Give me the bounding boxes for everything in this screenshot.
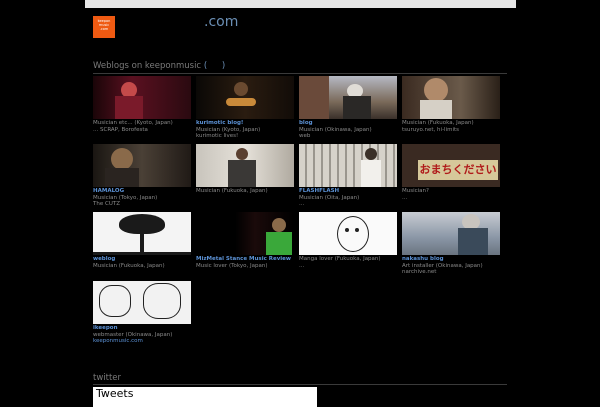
blog-card[interactable]: Musician (Fukuoka, Japan) tsuruyo.net, h… [402, 76, 500, 133]
blog-card[interactable]: blog Musician (Okinawa, Japan) web [299, 76, 397, 140]
blog-card[interactable]: おまちください Musician? ... [402, 144, 500, 201]
blog-desc: web [299, 133, 311, 139]
blog-card[interactable]: FLASHFLASH Musician (Oita, Japan) ... [299, 144, 397, 208]
blog-card[interactable]: weblog Musician (Fukuoka, Japan) [93, 212, 191, 269]
blog-card[interactable]: Manga lover (Fukuoka, Japan) ... [299, 212, 397, 269]
blog-owner: Music lover (Tokyo, Japan) [196, 262, 268, 269]
blog-photo[interactable] [196, 76, 294, 119]
blog-photo[interactable]: おまちください [402, 144, 500, 187]
blog-desc: The CUTZ [93, 201, 120, 207]
weblogs-heading: Weblogs on keeponmusic ( ) [93, 61, 225, 71]
blog-photo[interactable] [402, 76, 500, 119]
blog-owner: Musician (Fukuoka, Japan) [196, 188, 268, 194]
blog-desc: ... [402, 194, 408, 201]
blog-card[interactable]: ikeepon webmaster (Okinawa, Japan) keepo… [93, 281, 191, 345]
blog-desc: ... [299, 201, 305, 207]
blog-photo[interactable] [93, 144, 191, 187]
site-domain: .com [204, 14, 239, 30]
site-logo[interactable]: keepon music .com [93, 16, 115, 38]
paren-close: ) [221, 61, 226, 71]
blog-photo[interactable] [299, 76, 397, 119]
blog-card[interactable]: MizMetal Stance Music Review Music lover… [196, 212, 294, 269]
blog-name[interactable]: MizMetal Stance Music Review [196, 256, 294, 263]
blog-photo[interactable] [299, 144, 397, 187]
blog-card[interactable]: Musician etc... (Kyoto, Japan) ... SCRAP… [93, 76, 191, 133]
paren-open: ( [203, 61, 208, 71]
blog-photo[interactable] [196, 144, 294, 187]
twitter-divider [93, 384, 507, 385]
blog-desc: ... SCRAP, Borofesta [93, 126, 148, 133]
blog-desc: tsuruyo.net, hi-limits [402, 126, 460, 133]
weblogs-title: Weblogs on keeponmusic [93, 61, 202, 71]
sign-text: おまちください [418, 160, 498, 180]
blog-card[interactable]: HAMALOG Musician (Tokyo, Japan) The CUTZ [93, 144, 191, 208]
blog-desc: kurimotic lives! [196, 133, 239, 139]
blog-desc: ... [299, 262, 305, 269]
top-bar [85, 0, 516, 8]
blog-card[interactable]: kurimotic blog! Musician (Kyoto, Japan) … [196, 76, 294, 140]
blog-photo[interactable] [196, 212, 294, 255]
blog-desc: narchive.net [402, 269, 437, 275]
twitter-heading: twitter [93, 373, 122, 383]
blog-link[interactable]: keeponmusic.com [93, 338, 191, 345]
blog-card[interactable]: Musician (Fukuoka, Japan) [196, 144, 294, 195]
blog-owner: Musician (Fukuoka, Japan) [93, 262, 165, 269]
blog-photo[interactable] [93, 76, 191, 119]
tweets-widget[interactable]: Tweets [93, 387, 317, 407]
blog-photo[interactable] [402, 212, 500, 255]
blog-photo[interactable] [299, 212, 397, 255]
blog-card[interactable]: nakashu blog Art installer (Okinawa, Jap… [402, 212, 500, 276]
blog-photo[interactable] [93, 212, 191, 255]
blog-photo[interactable] [93, 281, 191, 324]
weblogs-divider [93, 73, 507, 74]
tweets-label: Tweets [96, 387, 134, 400]
